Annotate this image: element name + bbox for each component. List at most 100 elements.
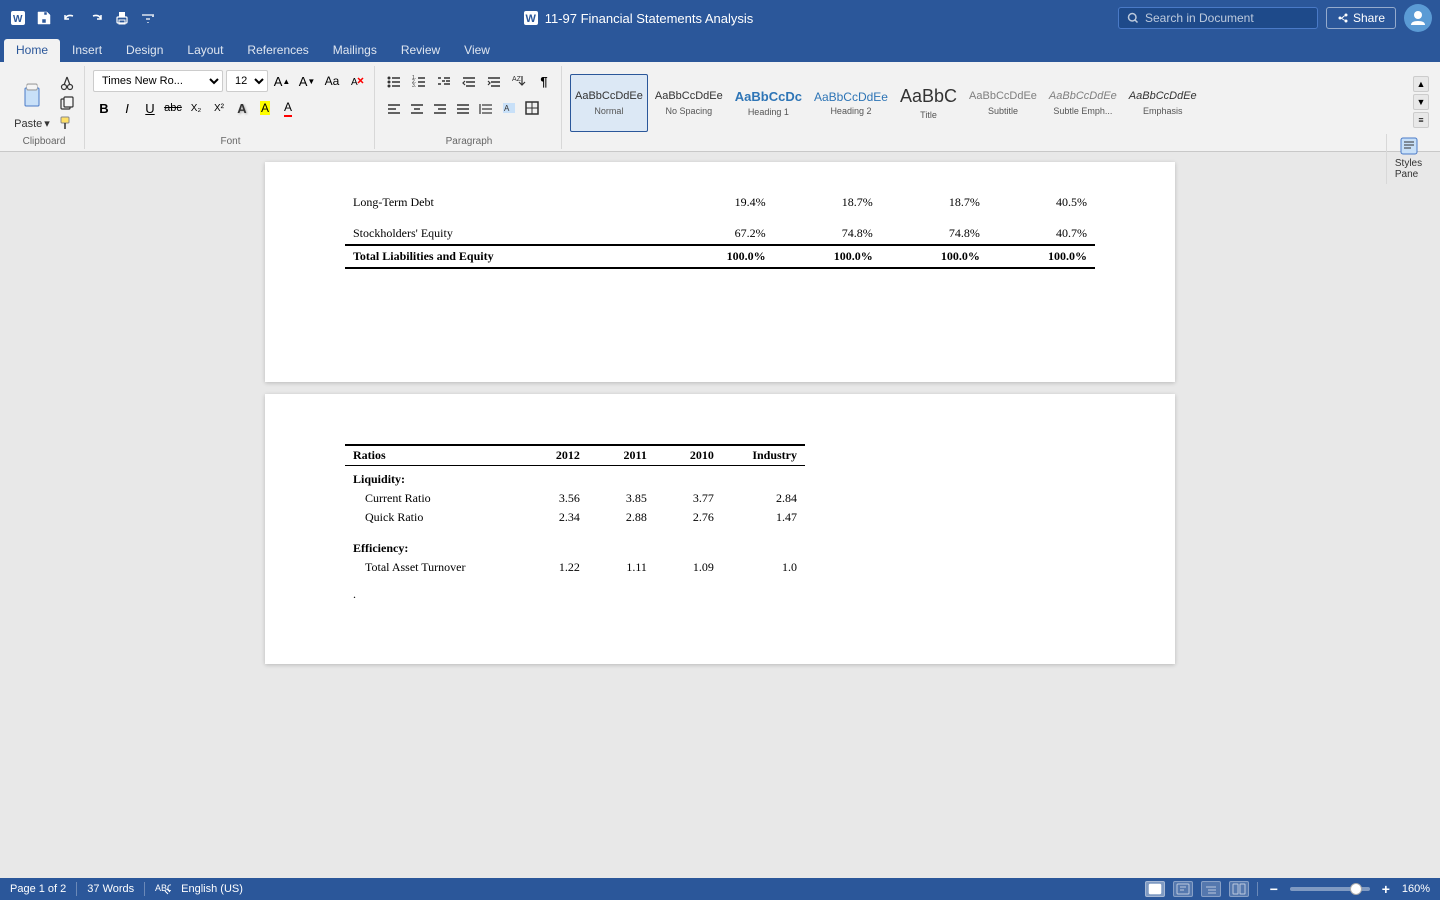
print-layout-button[interactable]: [1145, 881, 1165, 897]
table-row: Total Asset Turnover 1.22 1.11 1.09 1.0: [345, 558, 805, 577]
style-heading1[interactable]: AaBbCcDc Heading 1: [730, 74, 807, 132]
ratios-section-liquidity: Liquidity:: [345, 466, 805, 490]
paste-dropdown-icon: ▾: [44, 117, 50, 130]
align-left-button[interactable]: [383, 97, 405, 119]
underline-button[interactable]: U: [139, 97, 161, 119]
style-heading2[interactable]: AaBbCcDdEe Heading 2: [809, 74, 893, 132]
share-button[interactable]: Share: [1326, 7, 1396, 29]
strikethrough-button[interactable]: abc: [162, 97, 184, 119]
customize-icon[interactable]: [138, 8, 158, 28]
title-bar-left: W: [8, 8, 158, 28]
bold-button[interactable]: B: [93, 97, 115, 119]
zoom-out-button[interactable]: −: [1266, 881, 1282, 897]
status-bar: Page 1 of 2 37 Words ABC English (US) − …: [0, 878, 1440, 900]
tab-design[interactable]: Design: [114, 39, 175, 62]
web-layout-button[interactable]: [1173, 881, 1193, 897]
table-cell-val: 40.5%: [988, 192, 1095, 213]
styles-scroll-down[interactable]: ▼: [1413, 94, 1429, 110]
show-formatting-button[interactable]: ¶: [533, 70, 555, 92]
borders-button[interactable]: [521, 97, 543, 119]
decrease-indent-button[interactable]: [458, 70, 480, 92]
svg-text:3.: 3.: [412, 83, 416, 89]
clipboard-group: Paste ▾ Clipboard: [4, 66, 85, 149]
zoom-slider[interactable]: [1290, 887, 1370, 891]
table-row: Long-Term Debt 19.4% 18.7% 18.7% 40.5%: [345, 192, 1095, 213]
sort-button[interactable]: AZ: [508, 70, 530, 92]
account-icon[interactable]: [1404, 4, 1432, 32]
multilevel-list-button[interactable]: [433, 70, 455, 92]
font-family-select[interactable]: Times New Ro...: [93, 70, 223, 92]
justify-button[interactable]: [452, 97, 474, 119]
font-group: Times New Ro... 12 A▲ A▼ Aa A B I U: [87, 66, 375, 149]
styles-pane-button[interactable]: StylesPane: [1386, 134, 1430, 184]
text-effects-button[interactable]: A: [231, 97, 253, 119]
styles-arrow-buttons: ▲ ▼ ≡: [1412, 70, 1430, 134]
superscript-button[interactable]: X²: [208, 97, 230, 119]
save-icon[interactable]: [34, 8, 54, 28]
subscript-button[interactable]: X₂: [185, 97, 207, 119]
status-left: Page 1 of 2 37 Words ABC English (US): [10, 881, 243, 898]
font-size-select[interactable]: 12: [226, 70, 268, 92]
font-color-button[interactable]: A: [277, 97, 299, 119]
numbering-button[interactable]: 1.2.3.: [408, 70, 430, 92]
page1-table: Long-Term Debt 19.4% 18.7% 18.7% 40.5% S…: [345, 192, 1095, 278]
change-case-button[interactable]: Aa: [321, 70, 343, 92]
bullets-button[interactable]: [383, 70, 405, 92]
font-group-content: Times New Ro... 12 A▲ A▼ Aa A B I U: [93, 66, 368, 134]
word-logo[interactable]: W: [8, 8, 28, 28]
increase-font-button[interactable]: A▲: [271, 70, 293, 92]
copy-button[interactable]: [56, 94, 78, 112]
styles-scroll-up[interactable]: ▲: [1413, 76, 1429, 92]
document-area[interactable]: Long-Term Debt 19.4% 18.7% 18.7% 40.5% S…: [0, 152, 1440, 878]
styles-expand[interactable]: ≡: [1413, 112, 1429, 128]
ratios-cell-label: Current Ratio: [345, 489, 521, 508]
shading-button[interactable]: A: [498, 97, 520, 119]
clear-formatting-button[interactable]: A: [346, 70, 368, 92]
para-row-1: 1.2.3. AZ ¶: [383, 70, 555, 92]
undo-icon[interactable]: [60, 8, 80, 28]
align-center-button[interactable]: [406, 97, 428, 119]
style-title[interactable]: AaBbC Title: [895, 74, 962, 132]
tab-mailings[interactable]: Mailings: [321, 39, 389, 62]
table-cell-val: 100.0%: [988, 245, 1095, 268]
paste-button[interactable]: Paste ▾: [10, 70, 54, 132]
outline-view-button[interactable]: [1201, 881, 1221, 897]
decrease-font-button[interactable]: A▼: [296, 70, 318, 92]
italic-button[interactable]: I: [116, 97, 138, 119]
tab-references[interactable]: References: [235, 39, 320, 62]
format-painter-button[interactable]: [56, 114, 78, 132]
document-title: 11-97 Financial Statements Analysis: [545, 11, 754, 26]
table-row-empty: [345, 577, 805, 585]
highlight-color-button[interactable]: A: [254, 97, 276, 119]
tab-layout[interactable]: Layout: [175, 39, 235, 62]
style-subtle-emph[interactable]: AaBbCcDdEe Subtle Emph...: [1044, 74, 1122, 132]
table-cell-val: 67.2%: [666, 223, 773, 245]
line-spacing-button[interactable]: [475, 97, 497, 119]
search-input[interactable]: [1145, 11, 1309, 25]
table-cell-val: 40.7%: [988, 223, 1095, 245]
tab-home[interactable]: Home: [4, 39, 60, 62]
style-subtitle[interactable]: AaBbCcDdEe Subtitle: [964, 74, 1042, 132]
zoom-in-button[interactable]: +: [1378, 881, 1394, 897]
table-row-empty: [345, 268, 1095, 278]
ratios-cell: [655, 585, 722, 604]
table-row: Stockholders' Equity 67.2% 74.8% 74.8% 4…: [345, 223, 1095, 245]
increase-indent-button[interactable]: [483, 70, 505, 92]
style-emphasis[interactable]: AaBbCcDdEe Emphasis: [1124, 74, 1202, 132]
redo-icon[interactable]: [86, 8, 106, 28]
style-no-spacing[interactable]: AaBbCcDdEe No Spacing: [650, 74, 728, 132]
align-right-button[interactable]: [429, 97, 451, 119]
table-cell-label: Stockholders' Equity: [345, 223, 666, 245]
cut-button[interactable]: [56, 74, 78, 92]
ratios-cell: [521, 466, 588, 490]
style-normal[interactable]: AaBbCcDdEe Normal: [570, 74, 648, 132]
spelling-check-icon[interactable]: ABC: [155, 881, 171, 898]
tab-review[interactable]: Review: [389, 39, 452, 62]
search-box[interactable]: [1118, 7, 1318, 29]
tab-insert[interactable]: Insert: [60, 39, 114, 62]
read-mode-button[interactable]: [1229, 881, 1249, 897]
print-icon[interactable]: [112, 8, 132, 28]
status-separator: [76, 882, 77, 896]
tab-view[interactable]: View: [452, 39, 502, 62]
ratios-cell: [588, 466, 655, 490]
